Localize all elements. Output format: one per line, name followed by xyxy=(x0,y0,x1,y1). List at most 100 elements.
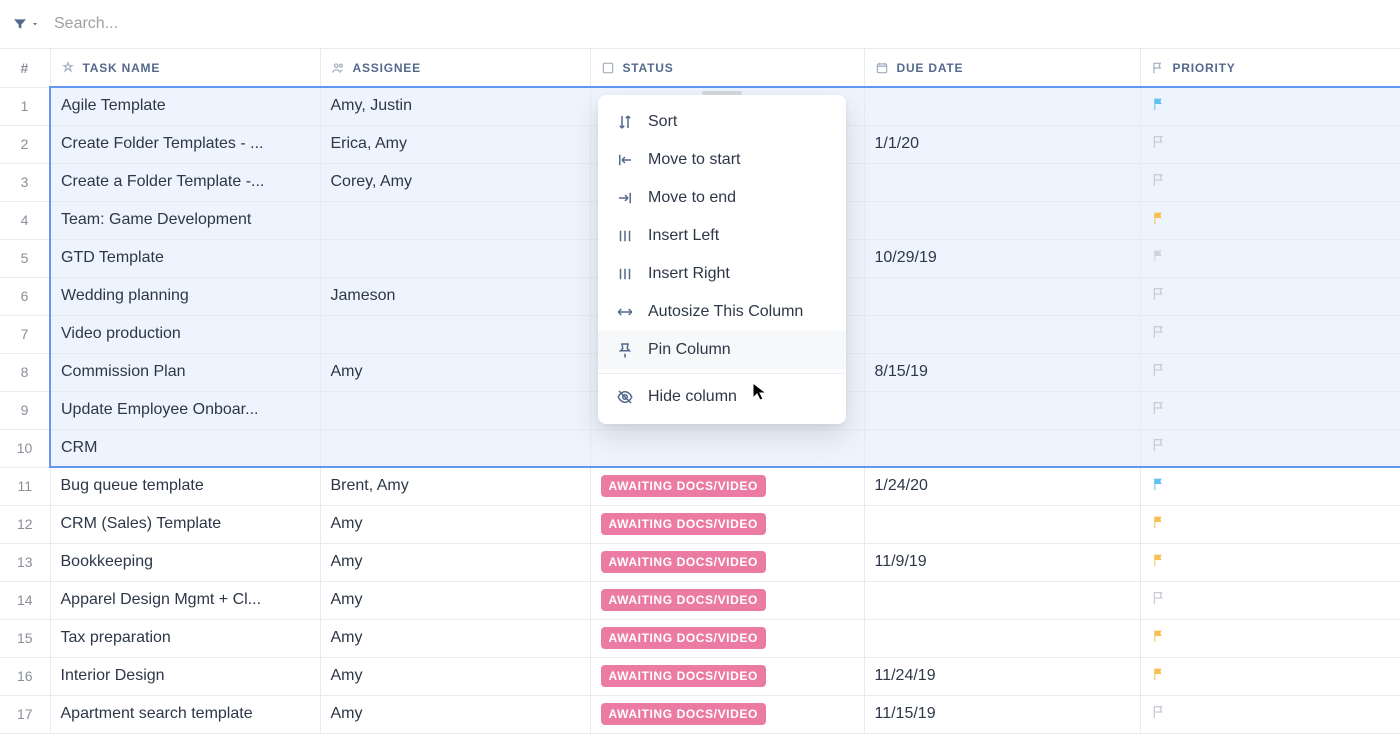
cell-task-name[interactable]: Apartment search template xyxy=(50,695,320,733)
cell-priority[interactable] xyxy=(1140,581,1400,619)
cell-priority[interactable] xyxy=(1140,353,1400,391)
cell-task-name[interactable]: Video production xyxy=(50,315,320,353)
cell-assignee[interactable]: Jameson xyxy=(320,277,590,315)
status-pill[interactable]: AWAITING DOCS/VIDEO xyxy=(601,703,766,725)
cell-priority[interactable] xyxy=(1140,505,1400,543)
status-pill[interactable]: AWAITING DOCS/VIDEO xyxy=(601,665,766,687)
cell-due-date[interactable]: 1/1/20 xyxy=(864,125,1140,163)
cell-status[interactable]: AWAITING DOCS/VIDEO xyxy=(590,543,864,581)
priority-flag-none[interactable] xyxy=(1151,286,1167,302)
cell-task-name[interactable]: GTD Template xyxy=(50,239,320,277)
table-row[interactable]: 12CRM (Sales) TemplateAmyAWAITING DOCS/V… xyxy=(0,505,1400,543)
cell-due-date[interactable] xyxy=(864,391,1140,429)
cell-due-date[interactable]: 11/9/19 xyxy=(864,543,1140,581)
cell-priority[interactable] xyxy=(1140,391,1400,429)
cell-status[interactable]: AWAITING DOCS/VIDEO xyxy=(590,657,864,695)
menu-item-sort[interactable]: Sort xyxy=(598,103,846,141)
cell-due-date[interactable]: 11/15/19 xyxy=(864,695,1140,733)
priority-flag-none[interactable] xyxy=(1151,400,1167,416)
cell-assignee[interactable] xyxy=(320,201,590,239)
cell-task-name[interactable]: Team: Game Development xyxy=(50,201,320,239)
cell-assignee[interactable]: Erica, Amy xyxy=(320,125,590,163)
cell-priority[interactable] xyxy=(1140,277,1400,315)
column-header-assignee[interactable]: ASSIGNEE xyxy=(320,49,590,87)
cell-priority[interactable] xyxy=(1140,695,1400,733)
cell-task-name[interactable]: CRM xyxy=(50,429,320,467)
cell-assignee[interactable]: Amy xyxy=(320,581,590,619)
cell-assignee[interactable]: Corey, Amy xyxy=(320,163,590,201)
cell-assignee[interactable] xyxy=(320,315,590,353)
cell-priority[interactable] xyxy=(1140,201,1400,239)
cell-task-name[interactable]: Bookkeeping xyxy=(50,543,320,581)
menu-item-autosize[interactable]: Autosize This Column xyxy=(598,293,846,331)
table-row[interactable]: 13BookkeepingAmyAWAITING DOCS/VIDEO11/9/… xyxy=(0,543,1400,581)
table-row[interactable]: 16Interior DesignAmyAWAITING DOCS/VIDEO1… xyxy=(0,657,1400,695)
cell-assignee[interactable] xyxy=(320,391,590,429)
cell-due-date[interactable] xyxy=(864,277,1140,315)
priority-flag[interactable] xyxy=(1151,96,1167,112)
cell-priority[interactable] xyxy=(1140,619,1400,657)
cell-priority[interactable] xyxy=(1140,239,1400,277)
search-input[interactable] xyxy=(48,9,348,39)
priority-flag[interactable] xyxy=(1151,628,1167,644)
menu-item-insert-left[interactable]: Insert Left xyxy=(598,217,846,255)
cell-assignee[interactable]: Amy, Justin xyxy=(320,87,590,125)
status-pill[interactable]: AWAITING DOCS/VIDEO xyxy=(601,551,766,573)
cell-priority[interactable] xyxy=(1140,163,1400,201)
priority-flag-none[interactable] xyxy=(1151,590,1167,606)
cell-task-name[interactable]: Interior Design xyxy=(50,657,320,695)
cell-task-name[interactable]: Commission Plan xyxy=(50,353,320,391)
cell-due-date[interactable]: 1/24/20 xyxy=(864,467,1140,505)
cell-priority[interactable] xyxy=(1140,315,1400,353)
cell-task-name[interactable]: Apparel Design Mgmt + Cl... xyxy=(50,581,320,619)
cell-task-name[interactable]: CRM (Sales) Template xyxy=(50,505,320,543)
cell-task-name[interactable]: Create Folder Templates - ... xyxy=(50,125,320,163)
cell-due-date[interactable] xyxy=(864,619,1140,657)
cell-due-date[interactable]: 8/15/19 xyxy=(864,353,1140,391)
status-pill[interactable]: AWAITING DOCS/VIDEO xyxy=(601,627,766,649)
filter-dropdown[interactable] xyxy=(12,16,40,32)
column-header-due-date[interactable]: DUE DATE xyxy=(864,49,1140,87)
cell-due-date[interactable] xyxy=(864,87,1140,125)
cell-due-date[interactable] xyxy=(864,505,1140,543)
menu-item-insert-right[interactable]: Insert Right xyxy=(598,255,846,293)
column-header-number[interactable]: # xyxy=(0,49,50,87)
priority-flag-none[interactable] xyxy=(1151,172,1167,188)
cell-assignee[interactable]: Amy xyxy=(320,543,590,581)
priority-flag[interactable] xyxy=(1151,514,1167,530)
cell-due-date[interactable] xyxy=(864,201,1140,239)
cell-assignee[interactable] xyxy=(320,239,590,277)
menu-item-move-start[interactable]: Move to start xyxy=(598,141,846,179)
column-header-status[interactable]: STATUS xyxy=(590,49,864,87)
priority-flag-none[interactable] xyxy=(1151,362,1167,378)
cell-due-date[interactable] xyxy=(864,429,1140,467)
priority-flag[interactable] xyxy=(1151,552,1167,568)
cell-task-name[interactable]: Update Employee Onboar... xyxy=(50,391,320,429)
priority-flag[interactable] xyxy=(1151,248,1167,264)
column-header-task[interactable]: TASK NAME xyxy=(50,49,320,87)
table-row[interactable]: 15Tax preparationAmyAWAITING DOCS/VIDEO xyxy=(0,619,1400,657)
cell-due-date[interactable]: 10/29/19 xyxy=(864,239,1140,277)
cell-status[interactable]: AWAITING DOCS/VIDEO xyxy=(590,467,864,505)
cell-assignee[interactable]: Brent, Amy xyxy=(320,467,590,505)
cell-assignee[interactable]: Amy xyxy=(320,505,590,543)
cell-priority[interactable] xyxy=(1140,87,1400,125)
cell-task-name[interactable]: Bug queue template xyxy=(50,467,320,505)
cell-due-date[interactable] xyxy=(864,315,1140,353)
priority-flag-none[interactable] xyxy=(1151,437,1167,453)
cell-due-date[interactable] xyxy=(864,163,1140,201)
cell-status[interactable] xyxy=(590,429,864,467)
cell-assignee[interactable]: Amy xyxy=(320,657,590,695)
status-pill[interactable]: AWAITING DOCS/VIDEO xyxy=(601,475,766,497)
cell-assignee[interactable]: Amy xyxy=(320,353,590,391)
cell-priority[interactable] xyxy=(1140,125,1400,163)
menu-item-pin[interactable]: Pin Column xyxy=(598,331,846,369)
table-row[interactable]: 11Bug queue templateBrent, AmyAWAITING D… xyxy=(0,467,1400,505)
menu-item-hide[interactable]: Hide column xyxy=(598,378,846,416)
cell-status[interactable]: AWAITING DOCS/VIDEO xyxy=(590,581,864,619)
table-row[interactable]: 14Apparel Design Mgmt + Cl...AmyAWAITING… xyxy=(0,581,1400,619)
cell-status[interactable]: AWAITING DOCS/VIDEO xyxy=(590,619,864,657)
cell-status[interactable]: AWAITING DOCS/VIDEO xyxy=(590,695,864,733)
priority-flag-none[interactable] xyxy=(1151,324,1167,340)
cell-due-date[interactable] xyxy=(864,581,1140,619)
